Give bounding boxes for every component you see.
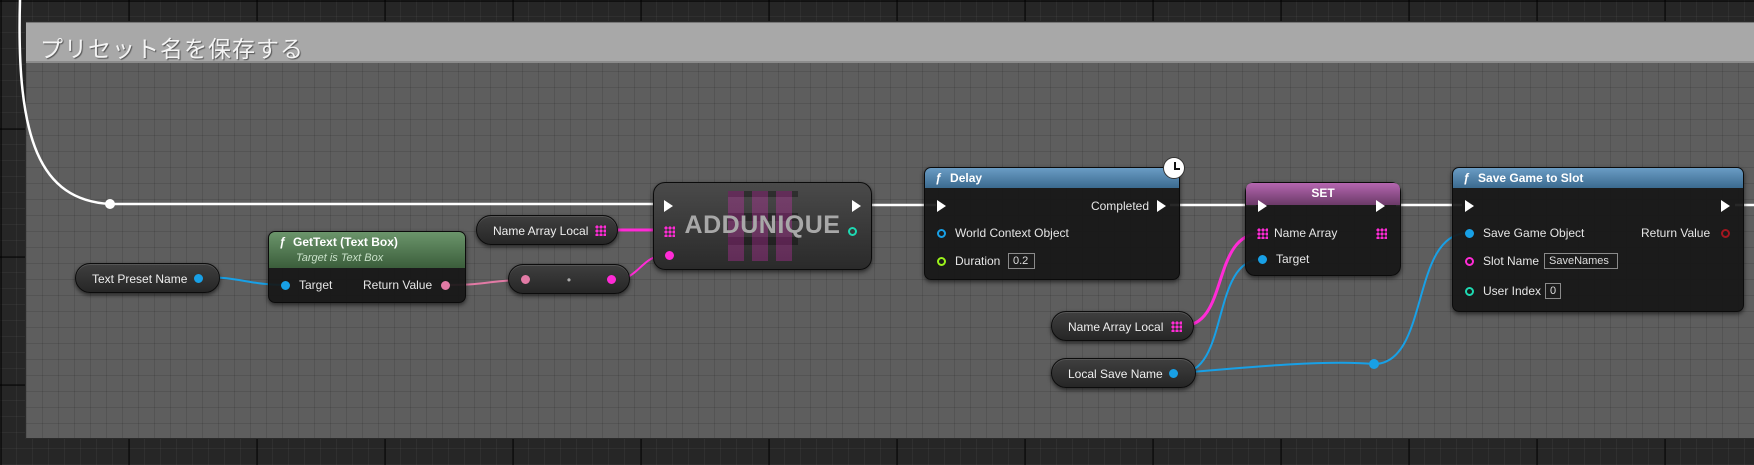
- array-pin[interactable]: [1171, 321, 1182, 332]
- clock-icon: [1163, 157, 1185, 179]
- int-out-pin[interactable]: [848, 227, 857, 236]
- variable-label: Name Array Local: [1068, 320, 1164, 334]
- variable-name-array-local[interactable]: Name Array Local: [1051, 311, 1194, 341]
- user-index-label: User Index: [1483, 284, 1542, 298]
- node-gettext[interactable]: ƒ GetText (Text Box) Target is Text Box …: [268, 231, 466, 303]
- item-pin[interactable]: [665, 251, 674, 260]
- reroute-node-object: [1369, 359, 1379, 369]
- return-pin[interactable]: [1721, 229, 1730, 238]
- array-out-pin[interactable]: [1376, 228, 1387, 239]
- node-header: ƒ Delay: [925, 168, 1179, 188]
- target-label: Target: [299, 278, 333, 292]
- variable-local-save-name[interactable]: Local Save Name: [1051, 358, 1196, 388]
- function-icon: ƒ: [279, 235, 286, 249]
- save-object-pin[interactable]: [1465, 229, 1474, 238]
- return-label: Return Value: [363, 278, 433, 292]
- duration-input[interactable]: 0.2: [1008, 253, 1035, 269]
- node-subtitle: Target is Text Box: [296, 252, 384, 264]
- exec-in-pin[interactable]: [664, 200, 673, 212]
- conversion-dot: •: [566, 273, 572, 287]
- node-header: ƒ Save Game to Slot: [1453, 168, 1743, 188]
- target-label: Target: [1276, 252, 1310, 266]
- completed-label: Completed: [1090, 199, 1149, 213]
- world-context-label: World Context Object: [955, 226, 1069, 240]
- function-icon: ƒ: [1463, 171, 1470, 185]
- exec-in-pin[interactable]: [937, 200, 946, 212]
- node-addunique[interactable]: ADDUNIQUE: [653, 182, 872, 270]
- reroute-node: [105, 199, 115, 209]
- node-title: Save Game to Slot: [1478, 171, 1584, 185]
- exec-out-pin[interactable]: [1376, 200, 1385, 212]
- target-pin[interactable]: [1258, 255, 1267, 264]
- slot-name-input[interactable]: SaveNames: [1544, 253, 1618, 269]
- input-pin[interactable]: [521, 275, 530, 284]
- variable-text-preset-name[interactable]: Text Preset Name: [75, 263, 220, 293]
- exec-out-pin[interactable]: [852, 200, 861, 212]
- node-set[interactable]: SET Name Array Target: [1245, 182, 1401, 276]
- variable-name-array-local[interactable]: Name Array Local: [476, 215, 618, 245]
- array-pin[interactable]: [664, 226, 675, 237]
- node-header: ƒ GetText (Text Box) Target is Text Box: [269, 232, 465, 268]
- node-delay[interactable]: ƒ Delay Completed World Context Object D…: [924, 157, 1185, 280]
- node-save-game-to-slot[interactable]: ƒ Save Game to Slot Save Game Object Ret…: [1452, 167, 1744, 312]
- slot-name-label: Slot Name: [1483, 254, 1540, 268]
- object-pin[interactable]: [1169, 369, 1178, 378]
- node-title: GetText (Text Box): [293, 235, 398, 249]
- variable-label: Local Save Name: [1068, 367, 1163, 381]
- object-pin[interactable]: [194, 274, 203, 283]
- user-index-pin[interactable]: [1465, 287, 1474, 296]
- array-in-pin[interactable]: [1257, 228, 1268, 239]
- save-object-label: Save Game Object: [1483, 226, 1585, 240]
- node-conversion[interactable]: •: [508, 264, 630, 294]
- exec-in-pin[interactable]: [1258, 200, 1267, 212]
- exec-wire-entry: [18, 0, 660, 206]
- node-title: Delay: [950, 171, 983, 185]
- output-pin[interactable]: [607, 275, 616, 284]
- user-index-input[interactable]: 0: [1545, 283, 1561, 299]
- function-icon: ƒ: [935, 171, 942, 185]
- return-pin[interactable]: [441, 281, 450, 290]
- variable-label: Name Array Local: [493, 224, 589, 238]
- variable-label: Text Preset Name: [92, 272, 188, 286]
- exec-out-pin[interactable]: [1157, 200, 1166, 212]
- float-pin[interactable]: [937, 257, 946, 266]
- object-pin[interactable]: [937, 229, 946, 238]
- exec-out-pin[interactable]: [1721, 200, 1730, 212]
- target-pin[interactable]: [281, 281, 290, 290]
- array-pin[interactable]: [595, 225, 606, 236]
- node-title: ADDUNIQUE: [684, 211, 841, 239]
- duration-label: Duration: [955, 254, 1001, 268]
- return-label: Return Value: [1641, 226, 1711, 240]
- exec-in-pin[interactable]: [1465, 200, 1474, 212]
- name-array-label: Name Array: [1274, 226, 1338, 240]
- slot-name-pin[interactable]: [1465, 257, 1474, 266]
- node-title: SET: [1311, 186, 1335, 200]
